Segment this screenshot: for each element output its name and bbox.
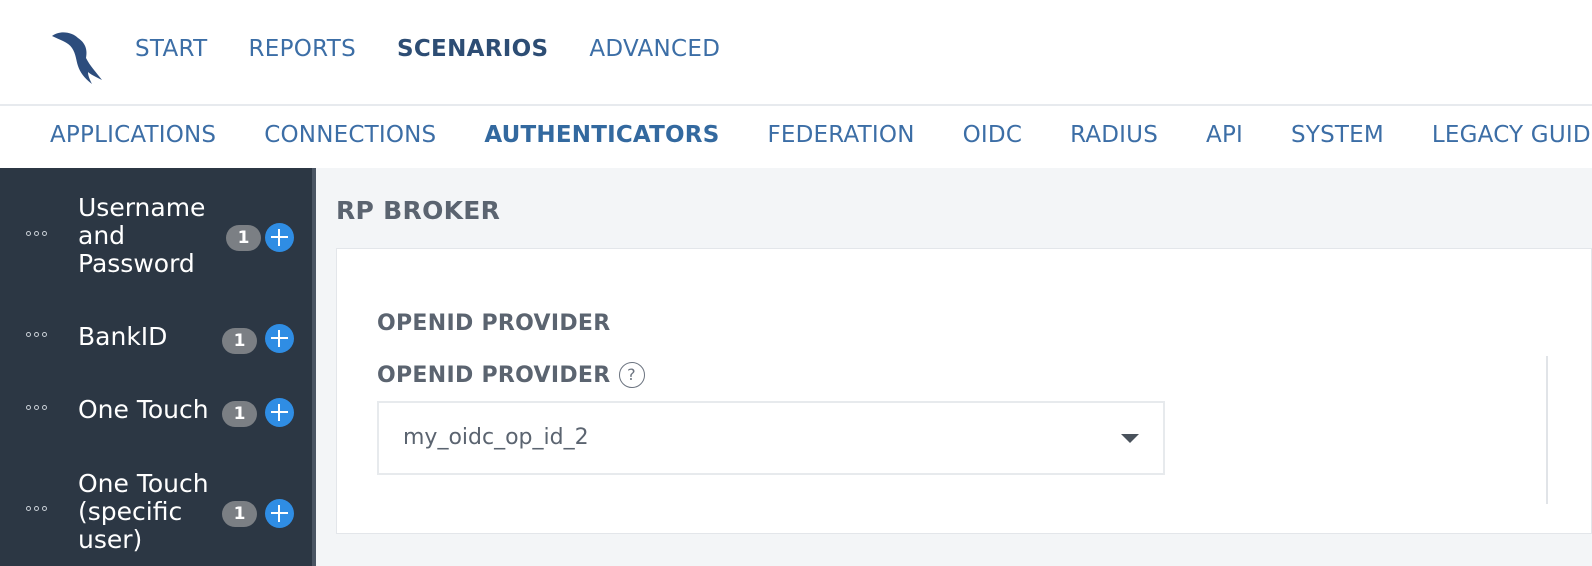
authenticator-sidebar: Username and Password 1 BankID 1 One Tou… [0,168,316,566]
nav-reports[interactable]: REPORTS [248,36,356,62]
section-title: OPENID PROVIDER [377,311,611,336]
tab-connections[interactable]: CONNECTIONS [264,122,436,148]
count-badge: 1 [222,328,257,354]
tab-applications[interactable]: APPLICATIONS [50,122,216,148]
count-badge: 1 [226,225,261,251]
main-nav: START REPORTS SCENARIOS ADVANCED [135,36,761,62]
add-icon[interactable] [265,223,294,252]
sidebar-item-label: BankID [78,322,168,351]
add-icon[interactable] [265,499,294,528]
sidebar-item-label: One Touch (specific user) [78,469,209,554]
field-label-text: OPENID PROVIDER [377,362,611,388]
sidebar-item-label: Username and Password [78,193,206,278]
sidebar-item-one-touch[interactable]: One Touch 1 [0,392,312,432]
main-content: RP BROKER OPENID PROVIDER OPENID PROVIDE… [316,168,1592,566]
nav-scenarios[interactable]: SCENARIOS [397,36,548,62]
tab-oidc[interactable]: OIDC [963,122,1022,148]
selected-value: my_oidc_op_id_2 [403,425,589,450]
bird-logo-icon[interactable] [50,28,106,84]
sidebar-item-label: One Touch [78,395,209,424]
settings-card: OPENID PROVIDER OPENID PROVIDER ? my_oid… [336,248,1592,534]
sub-nav: APPLICATIONS CONNECTIONS AUTHENTICATORS … [0,108,1592,168]
count-badge: 1 [222,501,257,527]
add-icon[interactable] [265,324,294,353]
drag-handle-icon[interactable] [26,506,52,514]
divider [1546,356,1548,504]
add-icon[interactable] [265,398,294,427]
nav-advanced[interactable]: ADVANCED [589,36,720,62]
tab-system[interactable]: SYSTEM [1291,122,1384,148]
tab-legacy-guides[interactable]: LEGACY GUIDES [1432,122,1592,148]
drag-handle-icon[interactable] [26,332,52,340]
sidebar-item-username-password[interactable]: Username and Password 1 [0,192,312,282]
drag-handle-icon[interactable] [26,231,52,239]
caret-down-icon[interactable] [1121,434,1139,443]
tab-federation[interactable]: FEDERATION [767,122,914,148]
nav-start[interactable]: START [135,36,207,62]
sidebar-item-bankid[interactable]: BankID 1 [0,318,312,358]
tab-api[interactable]: API [1206,122,1243,148]
drag-handle-icon[interactable] [26,405,52,413]
field-label: OPENID PROVIDER ? [377,362,645,388]
sidebar-item-one-touch-specific-user[interactable]: One Touch (specific user) 1 [0,468,312,558]
count-badge: 1 [222,401,257,427]
openid-provider-select[interactable]: my_oidc_op_id_2 [377,401,1165,475]
question-circle-icon[interactable]: ? [618,362,645,388]
tab-radius[interactable]: RADIUS [1070,122,1158,148]
top-header: START REPORTS SCENARIOS ADVANCED [0,0,1592,106]
page-title: RP BROKER [336,196,501,225]
tab-authenticators[interactable]: AUTHENTICATORS [484,122,719,148]
